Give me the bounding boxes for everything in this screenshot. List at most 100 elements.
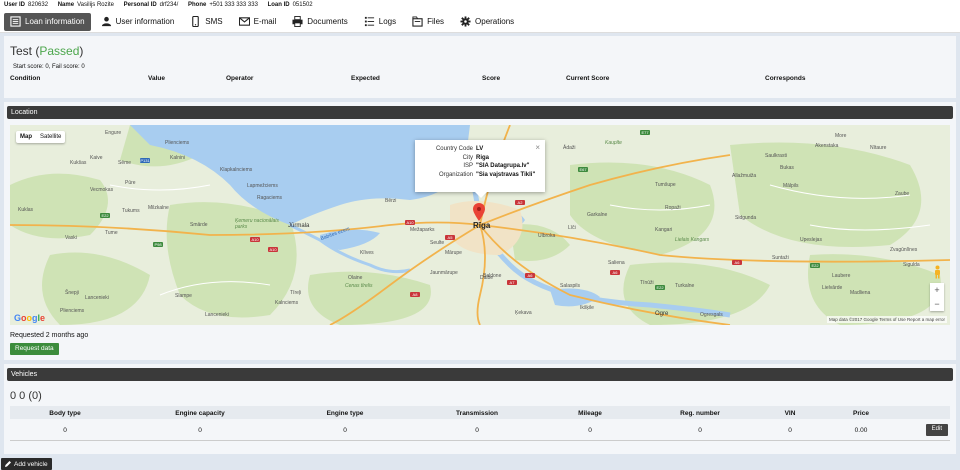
city-label: City xyxy=(462,154,473,161)
city-value: Riga xyxy=(476,154,490,161)
col-corresponds: Corresponds xyxy=(765,75,806,82)
col-operator: Operator xyxy=(226,75,254,82)
col-vin: VIN xyxy=(784,410,796,417)
col-price: Price xyxy=(853,410,869,417)
edit-button[interactable]: Edit xyxy=(925,424,948,436)
tab-label: Documents xyxy=(307,17,348,26)
road-badge-e22: E22 xyxy=(100,213,110,218)
col-expected: Expected xyxy=(351,75,380,82)
place-label-lapmezciems: Lapmežciems xyxy=(247,183,278,189)
place-label-kuklas: Kuklas xyxy=(18,207,34,213)
map-marker-icon[interactable] xyxy=(473,203,485,221)
request-data-button[interactable]: Request data xyxy=(10,343,59,355)
zoom-in-button[interactable]: + xyxy=(930,283,944,297)
place-label-klapkalnciems: Klapkalnciems xyxy=(220,167,253,173)
zoom-out-button[interactable]: − xyxy=(930,297,944,311)
vehicles-summary: 0 0 (0) xyxy=(10,390,42,402)
place-label-lielvarde: Lielvārde xyxy=(822,285,843,291)
map-type-satellite-button[interactable]: Satellite xyxy=(36,131,65,143)
place-label-ogre: Ogre xyxy=(655,311,669,317)
tab-label: Loan information xyxy=(25,17,85,26)
cell-body-type: 0 xyxy=(63,427,67,434)
road-badge-e77: E77 xyxy=(640,130,650,135)
place-label-tinuzi: Tīnūži xyxy=(640,280,654,286)
tab-documents[interactable]: Documents xyxy=(286,13,353,31)
phone-icon xyxy=(192,16,200,27)
cell-vin: 0 xyxy=(788,427,792,434)
test-status: Passed xyxy=(39,44,80,58)
tab-operations[interactable]: Operations xyxy=(454,13,520,31)
road-badge-a6b: A6 xyxy=(610,270,620,275)
place-label-seme: Sēme xyxy=(118,160,132,166)
col-value: Value xyxy=(148,75,165,82)
place-label-lici: Līči xyxy=(568,225,576,231)
map[interactable]: Rīga Jūrmala Sigulda Ogre Salaspils Tuku… xyxy=(10,125,950,325)
add-vehicle-button[interactable]: Add vehicle xyxy=(1,458,52,470)
phone-value: +501 333 333 333 xyxy=(209,2,258,8)
print-icon xyxy=(292,16,303,27)
table-row: 0 0 0 0 0 0 0 0.00 Edit xyxy=(10,419,950,441)
phone-label: Phone xyxy=(188,2,207,8)
place-label-tukums: Tukums xyxy=(122,208,140,214)
pencil-icon xyxy=(5,461,11,467)
tab-logs[interactable]: Logs xyxy=(358,13,402,31)
tab-files[interactable]: Files xyxy=(406,13,450,31)
user-info-bar: User ID 820632 Name Vasilijs Rozite Person… xyxy=(0,0,960,11)
place-label-malpils: Mālpils xyxy=(783,183,799,189)
road-badge-a6c: A6 xyxy=(732,260,742,265)
col-current-score: Current Score xyxy=(566,75,610,82)
place-label-kalnciems: Kalnciems xyxy=(275,300,299,306)
requested-time: Requested 2 months ago xyxy=(10,332,89,339)
place-label-garkalne: Garkalne xyxy=(587,212,608,218)
map-footer[interactable]: Map data ©2017 Google Terms of Use Repor… xyxy=(826,316,947,323)
road-badge-e22b: P98 xyxy=(153,242,163,247)
place-label-akenstaka: Akenstaka xyxy=(815,143,839,149)
test-panel xyxy=(4,36,956,98)
map-type-map-button[interactable]: Map xyxy=(16,131,36,143)
loan-icon xyxy=(10,16,21,27)
list-icon xyxy=(364,16,374,27)
user-icon xyxy=(101,16,111,27)
place-label-lielais-kangars: Lielais Kangars xyxy=(675,237,710,243)
place-label-nitaure: Nītaure xyxy=(870,145,887,151)
personal-id-label: Personal ID xyxy=(123,2,157,8)
col-reg-number: Reg. number xyxy=(680,410,720,417)
tab-loan-information[interactable]: Loan information xyxy=(4,12,91,31)
tab-email[interactable]: E-mail xyxy=(233,13,283,31)
map-type-control: Map Satellite xyxy=(16,131,66,143)
info-window-close-icon[interactable]: × xyxy=(535,143,540,152)
road-badge-e22d: E22 xyxy=(655,285,665,290)
place-label-kalnini: Kalnini xyxy=(170,155,186,161)
col-engine-capacity: Engine capacity xyxy=(175,410,225,417)
road-badge-a10c: A10 xyxy=(405,220,415,225)
place-label-laubere: Laubere xyxy=(832,273,851,279)
loan-id-value: 051502 xyxy=(292,2,313,8)
organization-label: Organization xyxy=(438,171,473,178)
place-label-allazmuiza: Allažmuiža xyxy=(732,173,757,179)
tab-sms[interactable]: SMS xyxy=(184,13,228,31)
road-badge-a5: A5 xyxy=(445,235,455,240)
place-label-bukas: Bukas xyxy=(780,165,794,171)
place-label-seulte: Seulte xyxy=(430,240,445,246)
road-badge-e22c: E22 xyxy=(810,263,820,268)
place-label-olaine: Olaine xyxy=(348,275,363,281)
place-label-dalbe: Dalbe xyxy=(480,275,494,281)
cell-engine-type: 0 xyxy=(343,427,347,434)
location-header: Location xyxy=(7,106,953,119)
place-label-ulbroka: Ulbroka xyxy=(538,233,556,239)
place-label-riga: Rīga xyxy=(473,221,491,230)
place-label-kemeri: Ķemeru nacionālais parks xyxy=(235,218,279,230)
tab-label: Logs xyxy=(378,17,397,26)
place-label-plienciems: Plienciems xyxy=(60,308,85,314)
place-label-zaube: Zaube xyxy=(895,191,910,197)
pegman-icon[interactable] xyxy=(933,265,942,279)
road-badge-a7: A7 xyxy=(507,280,517,285)
place-label-tireli: Tīreļi xyxy=(290,290,302,296)
place-label-kuksas: Kukšas xyxy=(70,160,87,166)
place-label-saliena: Saliena xyxy=(608,260,625,266)
cell-engine-capacity: 0 xyxy=(198,427,202,434)
col-score: Score xyxy=(482,75,501,82)
tab-user-information[interactable]: User information xyxy=(95,13,181,31)
isp-value: "SIA Datagrupa.lv" xyxy=(476,163,530,169)
place-label-jurmala: Jūrmala xyxy=(288,223,310,229)
